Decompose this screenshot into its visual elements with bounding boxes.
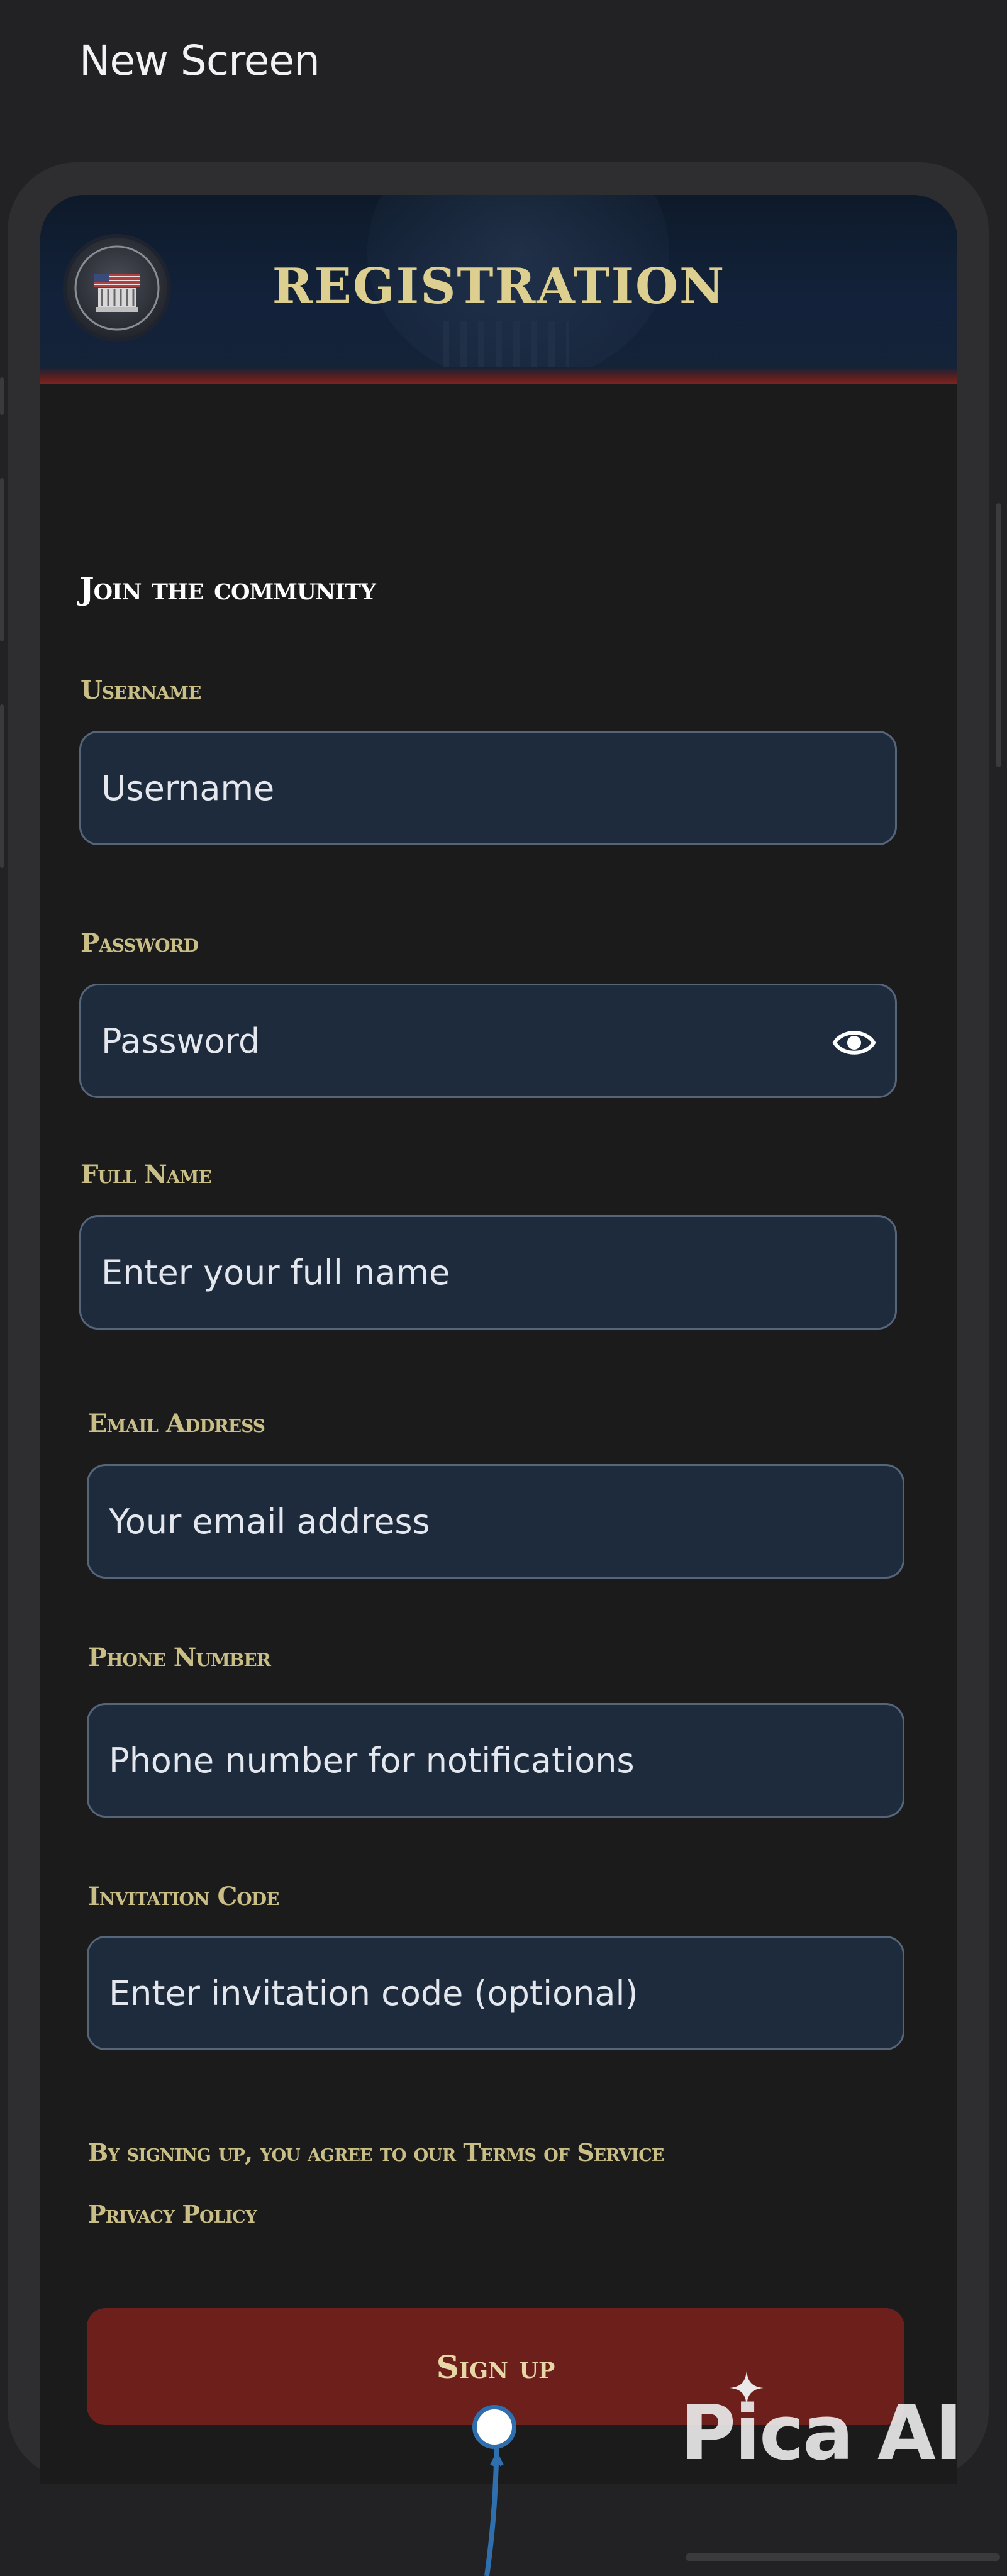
registration-screen: REGISTRATION Join the community Username… <box>40 195 957 2484</box>
scrollbar[interactable] <box>996 503 1001 767</box>
privacy-policy-link[interactable]: Privacy Policy <box>88 2200 257 2228</box>
header-pillars <box>443 321 569 371</box>
password-field[interactable] <box>79 984 897 1098</box>
eye-icon[interactable] <box>832 1022 876 1063</box>
username-label: Username <box>81 675 201 705</box>
left-edge-ticks <box>0 377 5 880</box>
phone-input[interactable] <box>89 1705 903 1816</box>
phone-field[interactable] <box>87 1703 904 1818</box>
header-title: REGISTRATION <box>272 258 726 315</box>
touch-indicator-icon <box>472 2405 516 2449</box>
invitation-code-label: Invitation Code <box>88 1882 279 1911</box>
terms-prefix: By signing up, you agree to our <box>88 2138 464 2167</box>
section-heading: Join the community <box>79 570 376 607</box>
full-name-input[interactable] <box>81 1217 895 1328</box>
full-name-field[interactable] <box>79 1215 897 1330</box>
invitation-code-input[interactable] <box>89 1938 903 2048</box>
page-title: New Screen <box>79 36 320 85</box>
phone-label: Phone Number <box>88 1643 271 1672</box>
watermark: Pica AI <box>681 2390 962 2477</box>
invitation-code-field[interactable] <box>87 1936 904 2050</box>
privacy-line: Privacy Policy <box>88 2200 257 2228</box>
full-name-label: Full Name <box>81 1160 212 1189</box>
password-input[interactable] <box>81 985 895 1096</box>
password-label: Password <box>81 928 199 958</box>
home-indicator <box>686 2553 1000 2561</box>
email-label: Email Address <box>88 1409 265 1438</box>
terms-of-service-link[interactable]: Terms of Service <box>463 2138 664 2167</box>
email-input[interactable] <box>89 1466 903 1577</box>
email-field[interactable] <box>87 1464 904 1579</box>
username-field[interactable] <box>79 731 897 845</box>
header-banner: REGISTRATION <box>40 195 957 384</box>
username-input[interactable] <box>81 733 895 843</box>
touch-trail-icon <box>484 2446 504 2576</box>
terms-text: By signing up, you agree to our Terms of… <box>88 2138 664 2167</box>
